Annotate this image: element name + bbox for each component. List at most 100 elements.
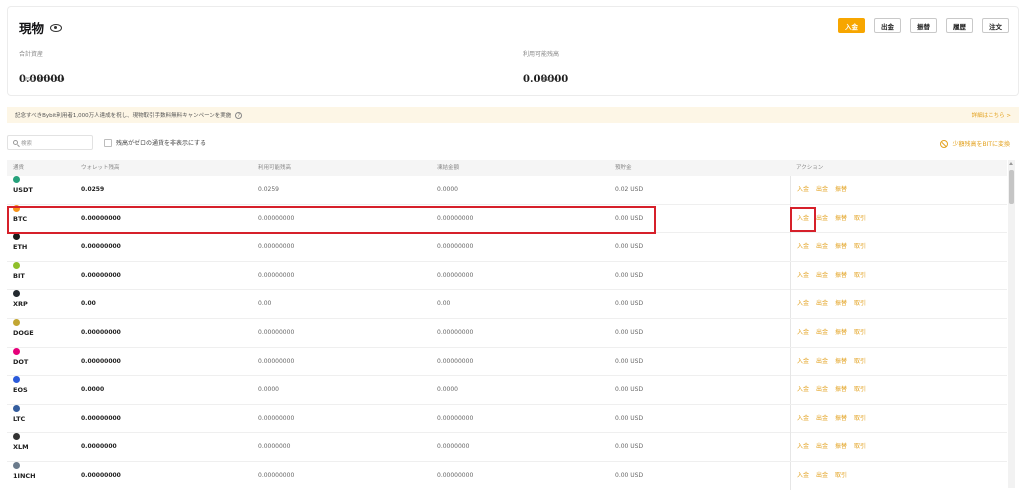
orders-button[interactable]: 注文 xyxy=(982,18,1009,33)
actions-cell: 入金 出金 振替 取引 xyxy=(790,433,866,462)
trade-link[interactable]: 取引 xyxy=(854,319,866,347)
coin-cell: BTC xyxy=(13,204,27,233)
convert-icon xyxy=(940,139,949,148)
deposit-link[interactable]: 入金 xyxy=(797,376,809,404)
transfer-link[interactable]: 振替 xyxy=(835,205,847,233)
withdraw-link[interactable]: 出金 xyxy=(816,433,828,461)
withdraw-link[interactable]: 出金 xyxy=(816,405,828,433)
total-assets-btc: BTC ≈ 0.0 xyxy=(37,77,65,83)
frozen-amount-cell: 0.00000000 xyxy=(437,357,474,365)
deposit-link[interactable]: 入金 xyxy=(797,290,809,318)
withdraw-link[interactable]: 出金 xyxy=(816,319,828,347)
eye-icon[interactable] xyxy=(50,23,63,32)
promo-banner: 記念すべきBybit利用者1,000万人達成を祝し、現物取引手数料無料キャンペー… xyxy=(7,107,1019,123)
hide-zero-checkbox[interactable] xyxy=(104,138,112,147)
scrollbar-thumb[interactable] xyxy=(1009,170,1014,204)
table-row: XRP 0.00 0.00 0.00 0.00 USD 入金 出金 振替 取引 xyxy=(7,290,1007,319)
deposit-link[interactable]: 入金 xyxy=(797,462,809,490)
withdraw-link[interactable]: 出金 xyxy=(816,233,828,261)
coin-cell: EOS xyxy=(13,376,28,404)
table-row: ETH 0.00000000 0.00000000 0.00000000 0.00 US… xyxy=(7,233,1007,262)
transfer-link[interactable]: 振替 xyxy=(835,348,847,376)
convert-small-balance-link[interactable]: 少額残高をBITに変換 xyxy=(940,139,1010,148)
withdraw-button[interactable]: 出金 xyxy=(874,18,901,33)
coin-cell: 1INCH xyxy=(13,461,36,490)
scroll-up-arrow[interactable] xyxy=(1009,162,1013,165)
deposit-link[interactable]: 入金 xyxy=(797,176,809,204)
deposit-link[interactable]: 入金 xyxy=(797,433,809,461)
wallet-balance-cell: 0.00000000 xyxy=(81,243,121,251)
withdraw-link[interactable]: 出金 xyxy=(816,462,828,490)
frozen-amount-cell: 0.00000000 xyxy=(437,471,474,479)
trade-link[interactable]: 取引 xyxy=(854,376,866,404)
table-scrollbar[interactable] xyxy=(1008,160,1015,488)
transfer-link[interactable]: 振替 xyxy=(835,405,847,433)
trade-link[interactable]: 取引 xyxy=(854,205,866,233)
withdraw-link[interactable]: 出金 xyxy=(816,176,828,204)
column-header-actions: アクション xyxy=(796,165,824,171)
deposit-button[interactable]: 入金 xyxy=(838,18,865,33)
wallet-balance-cell: 0.00000000 xyxy=(81,414,121,422)
available-balance-cell: 0.0259 xyxy=(258,186,279,193)
total-assets-usd: USD xyxy=(23,77,35,83)
transfer-link[interactable]: 振替 xyxy=(835,262,847,290)
trade-link[interactable]: 取引 xyxy=(854,348,866,376)
withdraw-link[interactable]: 出金 xyxy=(816,205,828,233)
transfer-link[interactable]: 振替 xyxy=(835,433,847,461)
transfer-link[interactable]: 振替 xyxy=(835,319,847,347)
transfer-button[interactable]: 振替 xyxy=(910,18,937,33)
trade-link[interactable]: 取引 xyxy=(854,405,866,433)
coin-icon xyxy=(13,204,20,212)
withdraw-link[interactable]: 出金 xyxy=(816,348,828,376)
transfer-link[interactable]: 振替 xyxy=(835,176,847,204)
trade-link[interactable]: 取引 xyxy=(854,433,866,461)
transfer-link[interactable]: 振替 xyxy=(835,290,847,318)
withdraw-link[interactable]: 出金 xyxy=(816,376,828,404)
promo-details-link[interactable]: 詳細はこちら > xyxy=(972,111,1011,119)
value-cell: 0.00 USD xyxy=(615,414,644,422)
wallet-balance-cell: 0.0000000 xyxy=(81,443,117,451)
frozen-amount-cell: 0.00000000 xyxy=(437,214,474,222)
hide-zero-toggle[interactable]: 残高がゼロの通貨を非表示にする xyxy=(104,138,206,147)
wallet-balance-cell: 0.00000000 xyxy=(81,271,121,279)
coin-cell: DOT xyxy=(13,347,28,376)
help-icon[interactable]: ? xyxy=(235,111,243,119)
coin-icon xyxy=(13,404,20,412)
value-cell: 0.00 USD xyxy=(615,328,644,336)
frozen-amount-cell: 0.00000000 xyxy=(437,414,474,422)
deposit-link[interactable]: 入金 xyxy=(797,348,809,376)
deposit-link[interactable]: 入金 xyxy=(797,405,809,433)
value-cell: 0.00 USD xyxy=(615,271,644,279)
wallet-balance-cell: 0.0259 xyxy=(81,186,105,193)
available-balance-cell: 0.00000000 xyxy=(258,271,295,279)
transfer-link[interactable]: 振替 xyxy=(835,376,847,404)
trade-link[interactable]: 取引 xyxy=(854,290,866,318)
wallet-balance-cell: 0.00000000 xyxy=(81,214,121,222)
available-balance-cell: 0.0000 xyxy=(258,386,279,394)
deposit-link[interactable]: 入金 xyxy=(797,262,809,290)
withdraw-link[interactable]: 出金 xyxy=(816,290,828,318)
value-cell: 0.00 USD xyxy=(615,443,644,451)
table-row: XLM 0.0000000 0.0000000 0.0000000 0.00 USD 入金… xyxy=(7,433,1007,462)
withdraw-link[interactable]: 出金 xyxy=(816,262,828,290)
table-row: EOS 0.0000 0.0000 0.0000 0.00 USD 入金 出金 振替 取引 xyxy=(7,376,1007,405)
history-button[interactable]: 履歴 xyxy=(946,18,973,33)
transfer-link[interactable]: 振替 xyxy=(835,233,847,261)
trade-link[interactable]: 取引 xyxy=(854,233,866,261)
table-row: LTC 0.00000000 0.00000000 0.00000000 0.00 US… xyxy=(7,404,1007,434)
deposit-link[interactable]: 入金 xyxy=(797,319,809,347)
available-balance-cell: 0.00 xyxy=(258,300,272,308)
deposit-link[interactable]: 入金 xyxy=(797,233,809,261)
frozen-amount-cell: 0.00 xyxy=(437,300,451,308)
available-balance-cell: 0.0000000 xyxy=(258,443,291,451)
table-row: USDT 0.0259 0.0259 0.0000 0.02 USD 入金 出金 振替 xyxy=(7,176,1007,205)
search-input[interactable]: 検索 xyxy=(7,135,93,150)
deposit-link[interactable]: 入金 xyxy=(797,205,809,233)
asset-table-body: USDT 0.0259 0.0259 0.0000 0.02 USD 入金 出金 振替 BTC 0… xyxy=(7,176,1007,490)
wallet-balance-cell: 0.00000000 xyxy=(81,357,121,365)
table-header: 通貨 ウォレット残高 利用可能残高 凍結金額 預貯金 アクション xyxy=(7,160,1007,176)
trade-link[interactable]: 取引 xyxy=(854,262,866,290)
coin-cell: LTC xyxy=(13,404,25,433)
trade-link[interactable]: 取引 xyxy=(835,462,847,490)
table-row: DOT 0.00000000 0.00000000 0.00000000 0.00 US… xyxy=(7,347,1007,377)
